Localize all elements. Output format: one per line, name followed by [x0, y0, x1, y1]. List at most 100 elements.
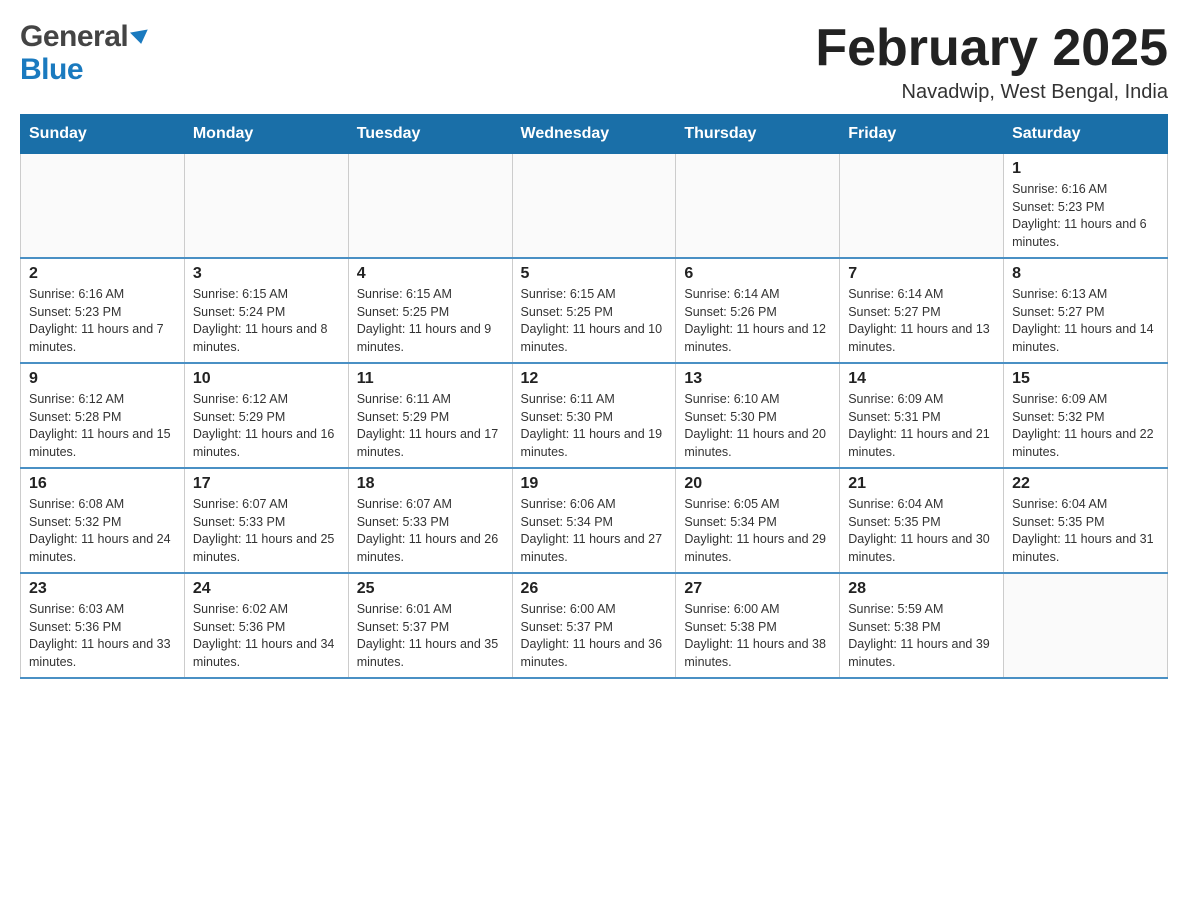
logo-line2: Blue — [20, 53, 149, 86]
table-row: 16 Sunrise: 6:08 AM Sunset: 5:32 PM Dayli… — [21, 468, 185, 573]
day-info: Sunrise: 6:11 AM Sunset: 5:29 PM Dayligh… — [357, 391, 504, 461]
logo-line1: General — [20, 20, 149, 53]
table-row: 11 Sunrise: 6:11 AM Sunset: 5:29 PM Dayli… — [348, 363, 512, 468]
day-number: 4 — [357, 265, 504, 283]
table-row — [1004, 573, 1168, 678]
table-row: 19 Sunrise: 6:06 AM Sunset: 5:34 PM Dayli… — [512, 468, 676, 573]
day-info: Sunrise: 6:02 AM Sunset: 5:36 PM Dayligh… — [193, 601, 340, 671]
table-row: 3Sunrise: 6:15 AM Sunset: 5:24 PM Daylig… — [184, 258, 348, 363]
day-number: 1 — [1012, 160, 1159, 178]
day-info: Sunrise: 6:03 AM Sunset: 5:36 PM Dayligh… — [29, 601, 176, 671]
week-row-4: 16 Sunrise: 6:08 AM Sunset: 5:32 PM Dayli… — [21, 468, 1168, 573]
day-info: Sunrise: 6:15 AM Sunset: 5:25 PM Dayligh… — [521, 286, 668, 356]
table-row: 26Sunrise: 6:00 AM Sunset: 5:37 PM Dayli… — [512, 573, 676, 678]
table-row: 5Sunrise: 6:15 AM Sunset: 5:25 PM Daylig… — [512, 258, 676, 363]
day-number: 16 — [29, 475, 176, 493]
month-title: February 2025 — [815, 20, 1168, 77]
week-row-1: 1 Sunrise: 6:16 AM Sunset: 5:23 PM Daylig… — [21, 154, 1168, 259]
week-row-2: 2Sunrise: 6:16 AM Sunset: 5:23 PM Daylig… — [21, 258, 1168, 363]
table-row — [184, 154, 348, 259]
day-info: Sunrise: 6:11 AM Sunset: 5:30 PM Dayligh… — [521, 391, 668, 461]
table-row: 17 Sunrise: 6:07 AM Sunset: 5:33 PM Dayli… — [184, 468, 348, 573]
day-info: Sunrise: 6:16 AM Sunset: 5:23 PM Dayligh… — [1012, 181, 1159, 251]
day-number: 8 — [1012, 265, 1159, 283]
day-info: Sunrise: 6:05 AM Sunset: 5:34 PM Dayligh… — [684, 496, 831, 566]
table-row: 6Sunrise: 6:14 AM Sunset: 5:26 PM Daylig… — [676, 258, 840, 363]
day-info: Sunrise: 6:12 AM Sunset: 5:28 PM Dayligh… — [29, 391, 176, 461]
day-number: 21 — [848, 475, 995, 493]
table-row: 4 Sunrise: 6:15 AM Sunset: 5:25 PM Daylig… — [348, 258, 512, 363]
table-row: 20 Sunrise: 6:05 AM Sunset: 5:34 PM Dayli… — [676, 468, 840, 573]
table-row: 13 Sunrise: 6:10 AM Sunset: 5:30 PM Dayli… — [676, 363, 840, 468]
day-info: Sunrise: 6:09 AM Sunset: 5:32 PM Dayligh… — [1012, 391, 1159, 461]
table-row: 2Sunrise: 6:16 AM Sunset: 5:23 PM Daylig… — [21, 258, 185, 363]
day-info: Sunrise: 6:08 AM Sunset: 5:32 PM Dayligh… — [29, 496, 176, 566]
day-info: Sunrise: 6:15 AM Sunset: 5:24 PM Dayligh… — [193, 286, 340, 356]
calendar-table: Sunday Monday Tuesday Wednesday Thursday… — [20, 114, 1168, 679]
day-number: 28 — [848, 580, 995, 598]
day-number: 22 — [1012, 475, 1159, 493]
title-block: February 2025 Navadwip, West Bengal, Ind… — [815, 20, 1168, 104]
table-row: 15 Sunrise: 6:09 AM Sunset: 5:32 PM Dayli… — [1004, 363, 1168, 468]
logo: General Blue — [20, 20, 149, 86]
day-number: 10 — [193, 370, 340, 388]
day-info: Sunrise: 6:04 AM Sunset: 5:35 PM Dayligh… — [1012, 496, 1159, 566]
table-row — [21, 154, 185, 259]
day-number: 27 — [684, 580, 831, 598]
day-info: Sunrise: 6:12 AM Sunset: 5:29 PM Dayligh… — [193, 391, 340, 461]
table-row: 14Sunrise: 6:09 AM Sunset: 5:31 PM Dayli… — [840, 363, 1004, 468]
table-row: 9 Sunrise: 6:12 AM Sunset: 5:28 PM Daylig… — [21, 363, 185, 468]
table-row — [512, 154, 676, 259]
table-row: 7 Sunrise: 6:14 AM Sunset: 5:27 PM Daylig… — [840, 258, 1004, 363]
header-sunday: Sunday — [21, 115, 185, 154]
day-info: Sunrise: 6:10 AM Sunset: 5:30 PM Dayligh… — [684, 391, 831, 461]
table-row: 28 Sunrise: 5:59 AM Sunset: 5:38 PM Dayli… — [840, 573, 1004, 678]
day-info: Sunrise: 6:00 AM Sunset: 5:38 PM Dayligh… — [684, 601, 831, 671]
day-info: Sunrise: 6:16 AM Sunset: 5:23 PM Dayligh… — [29, 286, 176, 356]
header-friday: Friday — [840, 115, 1004, 154]
day-info: Sunrise: 6:07 AM Sunset: 5:33 PM Dayligh… — [357, 496, 504, 566]
day-number: 23 — [29, 580, 176, 598]
header-monday: Monday — [184, 115, 348, 154]
day-number: 26 — [521, 580, 668, 598]
table-row — [676, 154, 840, 259]
header-saturday: Saturday — [1004, 115, 1168, 154]
day-info: Sunrise: 6:14 AM Sunset: 5:27 PM Dayligh… — [848, 286, 995, 356]
day-number: 19 — [521, 475, 668, 493]
table-row: 8 Sunrise: 6:13 AM Sunset: 5:27 PM Daylig… — [1004, 258, 1168, 363]
day-info: Sunrise: 5:59 AM Sunset: 5:38 PM Dayligh… — [848, 601, 995, 671]
table-row: 22 Sunrise: 6:04 AM Sunset: 5:35 PM Dayli… — [1004, 468, 1168, 573]
location: Navadwip, West Bengal, India — [815, 81, 1168, 104]
day-info: Sunrise: 6:06 AM Sunset: 5:34 PM Dayligh… — [521, 496, 668, 566]
day-number: 20 — [684, 475, 831, 493]
table-row: 24 Sunrise: 6:02 AM Sunset: 5:36 PM Dayli… — [184, 573, 348, 678]
day-number: 13 — [684, 370, 831, 388]
day-number: 7 — [848, 265, 995, 283]
table-row: 12Sunrise: 6:11 AM Sunset: 5:30 PM Dayli… — [512, 363, 676, 468]
table-row — [840, 154, 1004, 259]
day-number: 9 — [29, 370, 176, 388]
week-row-5: 23 Sunrise: 6:03 AM Sunset: 5:36 PM Dayli… — [21, 573, 1168, 678]
day-number: 25 — [357, 580, 504, 598]
day-number: 11 — [357, 370, 504, 388]
day-info: Sunrise: 6:14 AM Sunset: 5:26 PM Dayligh… — [684, 286, 831, 356]
page-header: General Blue February 2025 Navadwip, Wes… — [20, 20, 1168, 104]
day-info: Sunrise: 6:15 AM Sunset: 5:25 PM Dayligh… — [357, 286, 504, 356]
week-row-3: 9 Sunrise: 6:12 AM Sunset: 5:28 PM Daylig… — [21, 363, 1168, 468]
day-info: Sunrise: 6:07 AM Sunset: 5:33 PM Dayligh… — [193, 496, 340, 566]
day-info: Sunrise: 6:01 AM Sunset: 5:37 PM Dayligh… — [357, 601, 504, 671]
day-number: 17 — [193, 475, 340, 493]
header-tuesday: Tuesday — [348, 115, 512, 154]
weekday-header-row: Sunday Monday Tuesday Wednesday Thursday… — [21, 115, 1168, 154]
day-number: 15 — [1012, 370, 1159, 388]
day-info: Sunrise: 6:04 AM Sunset: 5:35 PM Dayligh… — [848, 496, 995, 566]
table-row: 10 Sunrise: 6:12 AM Sunset: 5:29 PM Dayli… — [184, 363, 348, 468]
day-info: Sunrise: 6:09 AM Sunset: 5:31 PM Dayligh… — [848, 391, 995, 461]
day-info: Sunrise: 6:13 AM Sunset: 5:27 PM Dayligh… — [1012, 286, 1159, 356]
table-row: 21 Sunrise: 6:04 AM Sunset: 5:35 PM Dayli… — [840, 468, 1004, 573]
day-number: 24 — [193, 580, 340, 598]
table-row: 18Sunrise: 6:07 AM Sunset: 5:33 PM Dayli… — [348, 468, 512, 573]
table-row — [348, 154, 512, 259]
header-thursday: Thursday — [676, 115, 840, 154]
table-row: 1 Sunrise: 6:16 AM Sunset: 5:23 PM Daylig… — [1004, 154, 1168, 259]
